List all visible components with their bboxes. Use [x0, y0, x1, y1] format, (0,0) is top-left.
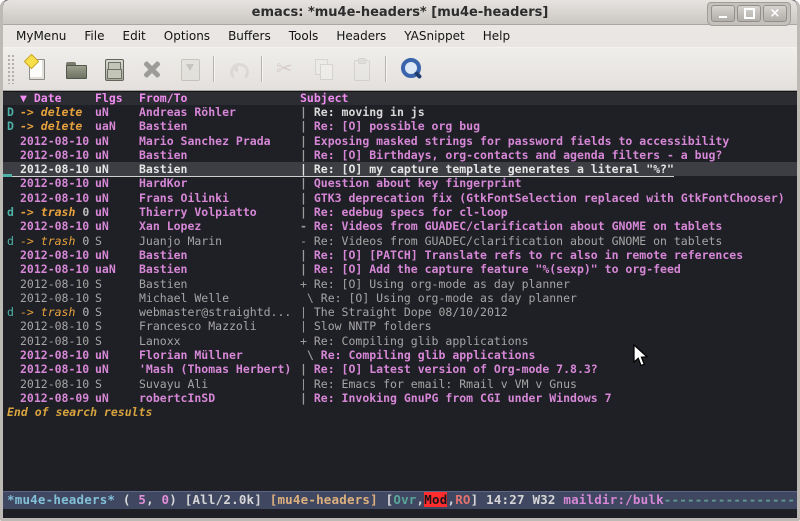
mode-line[interactable]: *mu4e-headers* ( 5, 0) [All/2.0k] [mu4e-… [3, 491, 797, 509]
search-icon [397, 56, 423, 82]
message-row[interactable]: 2012-08-10SMichael Welle \ Re: [O] Using… [3, 291, 797, 305]
message-row[interactable]: 2012-08-10SSuvayu Ali| Re: Emacs for ema… [3, 377, 797, 391]
message-row[interactable]: d-> trash 0SJuanjo Marin- Re: Videos fro… [3, 234, 797, 248]
copy-icon [311, 56, 337, 82]
modeline-segment: maildir:/bulk [563, 492, 663, 507]
modeline-segment: Mod [424, 492, 447, 507]
save-button[interactable] [95, 52, 133, 86]
save-as-button[interactable] [171, 52, 209, 86]
delete-button[interactable] [133, 52, 171, 86]
modeline-segment: 14:27 W32 [486, 492, 563, 507]
message-row[interactable]: 2012-08-10uaNBastien| Re: [O] Add the ca… [3, 262, 797, 276]
from-column-header[interactable]: From/To [139, 92, 300, 105]
cut-button[interactable] [267, 52, 305, 86]
message-list: D-> deleteuNAndreas Röhler| Re: moving i… [3, 105, 797, 405]
search-button[interactable] [391, 52, 429, 86]
modeline-segment: 5 [138, 492, 146, 507]
minimize-icon [719, 16, 727, 18]
message-row[interactable]: 2012-08-10SFrancesco Mazzoli| Slow NNTP … [3, 319, 797, 333]
open-folder-button[interactable] [57, 52, 95, 86]
message-row[interactable]: 2012-08-10uNMario Sanchez Prada| Exposin… [3, 134, 797, 148]
emacs-window: emacs: *mu4e-headers* [mu4e-headers] × M… [0, 0, 800, 521]
message-row[interactable]: D-> deleteuNAndreas Röhler| Re: moving i… [3, 105, 797, 119]
message-row[interactable]: 2012-08-10uNXan Lopez- Re: Videos from G… [3, 219, 797, 233]
titlebar[interactable]: emacs: *mu4e-headers* [mu4e-headers] × [3, 0, 797, 25]
paste-button[interactable] [343, 52, 381, 86]
toolbar-separator [385, 56, 387, 82]
column-headers: ▼ DateFlgsFrom/ToSubject [3, 92, 797, 105]
new-file-icon [25, 56, 51, 82]
window-title: emacs: *mu4e-headers* [mu4e-headers] [252, 5, 549, 20]
modeline-segment: Ovr [393, 492, 416, 507]
message-row[interactable]: 2012-08-10SBastien+ Re: [O] Using org-mo… [3, 277, 797, 291]
toolbar-separator [261, 56, 263, 82]
undo-button[interactable] [219, 52, 257, 86]
mu4e-headers-buffer: ▼ DateFlgsFrom/ToSubject D-> deleteuNAnd… [3, 91, 797, 521]
message-row[interactable]: 2012-08-10uNFrans Oilinki| GTK3 deprecat… [3, 191, 797, 205]
menu-bar: MyMenuFileEditOptionsBuffersToolsHeaders… [3, 25, 797, 47]
window-controls: × [707, 2, 791, 26]
empty-buffer-space [3, 420, 797, 491]
close-icon: × [770, 8, 781, 19]
menu-headers[interactable]: Headers [327, 27, 395, 45]
menu-tools[interactable]: Tools [280, 27, 328, 45]
toolbar-separator [213, 56, 215, 82]
copy-button[interactable] [305, 52, 343, 86]
mark-column-header [7, 92, 20, 105]
minimize-button[interactable] [711, 5, 735, 22]
modeline-segment: , [146, 492, 161, 507]
modeline-segment: ( [115, 492, 138, 507]
flags-column-header[interactable]: Flgs [95, 92, 139, 105]
message-row[interactable]: 2012-08-10uNBastien| Re: [O] my capture … [3, 162, 797, 176]
save-icon [101, 56, 127, 82]
menu-file[interactable]: File [75, 27, 113, 45]
message-row[interactable]: 2012-08-10SLanoxx+ Re: Compiling glib ap… [3, 334, 797, 348]
end-of-results-marker: End of search results [3, 405, 797, 419]
modeline-segment: [mu4e-headers] [270, 492, 378, 507]
message-row[interactable]: D-> deleteuaNBastien| Re: [O] possible o… [3, 119, 797, 133]
modeline-segment: ) [169, 492, 184, 507]
modeline-segment: [ [378, 492, 393, 507]
message-row[interactable]: 2012-08-10uNHardKor| Question about key … [3, 176, 797, 190]
menu-options[interactable]: Options [155, 27, 219, 45]
menu-edit[interactable]: Edit [114, 27, 155, 45]
message-row[interactable]: 2012-08-10uNBastien| Re: [O] Birthdays, … [3, 148, 797, 162]
delete-icon [139, 56, 165, 82]
modeline-segment: *mu4e-headers* [7, 492, 115, 507]
menu-help[interactable]: Help [474, 27, 519, 45]
maximize-button[interactable] [737, 5, 761, 22]
cut-icon [273, 56, 299, 82]
subject-column-header[interactable]: Subject [300, 92, 348, 105]
modeline-segment: RO [455, 492, 470, 507]
modeline-segment: ----------------------------------------… [664, 492, 797, 507]
message-row[interactable]: d-> trash 0uNThierry Volpiatto| Re: edeb… [3, 205, 797, 219]
message-row[interactable]: d-> trash 0Swebmaster@straightd...| The … [3, 305, 797, 319]
message-row[interactable]: 2012-08-10uNBastien| Re: [O] [PATCH] Tra… [3, 248, 797, 262]
paste-icon [349, 56, 375, 82]
message-row[interactable]: 2012-08-10uNFlorian Müllner \ Re: Compil… [3, 348, 797, 362]
message-row[interactable]: 2012-08-09uNrobertcInSD| Re: Invoking Gn… [3, 391, 797, 405]
modeline-segment: ] [471, 492, 486, 507]
menu-mymenu[interactable]: MyMenu [7, 27, 75, 45]
maximize-icon [744, 8, 755, 19]
message-row[interactable]: 2012-08-10uN'Mash (Thomas Herbert)| Re: … [3, 362, 797, 376]
date-column-header[interactable]: ▼ Date [20, 92, 95, 105]
new-file-button[interactable] [19, 52, 57, 86]
undo-icon [225, 56, 251, 82]
echo-area[interactable] [3, 509, 797, 521]
modeline-segment: [All/2.0k] [185, 492, 270, 507]
open-folder-icon [63, 56, 89, 82]
menu-buffers[interactable]: Buffers [219, 27, 280, 45]
toolbar [3, 47, 797, 91]
toolbar-grip-handle[interactable] [7, 54, 15, 84]
menu-yasnippet[interactable]: YASnippet [395, 27, 474, 45]
save-as-icon [177, 56, 203, 82]
close-button[interactable]: × [763, 5, 787, 22]
